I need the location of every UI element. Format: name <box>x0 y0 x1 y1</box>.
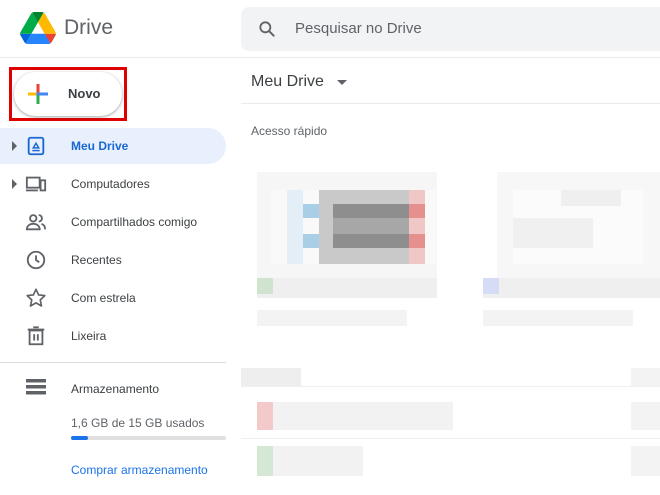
quick-access-heading: Acesso rápido <box>251 124 328 138</box>
blurred-content <box>241 150 660 495</box>
trash-icon <box>27 326 45 346</box>
page-title[interactable]: Meu Drive <box>251 73 324 91</box>
app-title: Drive <box>64 16 114 39</box>
sidebar-item-computers[interactable]: Computadores <box>0 166 226 202</box>
app-header: Drive Pesquisar no Drive <box>0 0 660 58</box>
my-drive-icon <box>27 136 45 156</box>
drive-logo-icon[interactable] <box>20 12 56 44</box>
sidebar-item-trash[interactable]: Lixeira <box>0 318 226 354</box>
sidebar-divider <box>0 362 226 363</box>
expand-caret-icon[interactable] <box>12 141 17 151</box>
main-divider <box>241 103 660 104</box>
sidebar-item-label: Compartilhados comigo <box>71 215 198 229</box>
clock-icon <box>26 250 46 270</box>
sidebar-item-label: Meu Drive <box>71 139 129 153</box>
storage-progress-fill <box>71 436 89 440</box>
sidebar-item-recent[interactable]: Recentes <box>0 242 226 278</box>
chevron-down-icon[interactable] <box>337 80 347 85</box>
expand-caret-icon[interactable] <box>12 179 17 189</box>
new-button[interactable]: Novo <box>14 72 122 116</box>
shared-icon <box>25 214 47 231</box>
sidebar-item-label: Com estrela <box>71 291 136 305</box>
computers-icon <box>25 176 47 192</box>
sidebar-item-my-drive[interactable]: Meu Drive <box>0 128 226 164</box>
search-bar[interactable]: Pesquisar no Drive <box>241 7 660 51</box>
storage-title: Armazenamento <box>71 382 160 396</box>
sidebar-item-label: Lixeira <box>71 329 107 343</box>
sidebar-item-label: Recentes <box>71 253 122 267</box>
search-icon[interactable] <box>257 19 277 39</box>
sidebar-item-label: Computadores <box>71 177 150 191</box>
search-input[interactable]: Pesquisar no Drive <box>295 20 422 37</box>
new-button-label: Novo <box>68 86 101 101</box>
star-icon <box>26 288 46 307</box>
storage-progress-bar <box>71 436 226 440</box>
storage-icon <box>26 379 46 395</box>
buy-storage-link[interactable]: Comprar armazenamento <box>71 463 208 477</box>
sidebar-item-starred[interactable]: Com estrela <box>0 280 226 316</box>
storage-used-text: 1,6 GB de 15 GB usados <box>71 416 205 430</box>
plus-icon <box>28 84 48 104</box>
sidebar-item-shared[interactable]: Compartilhados comigo <box>0 204 226 240</box>
